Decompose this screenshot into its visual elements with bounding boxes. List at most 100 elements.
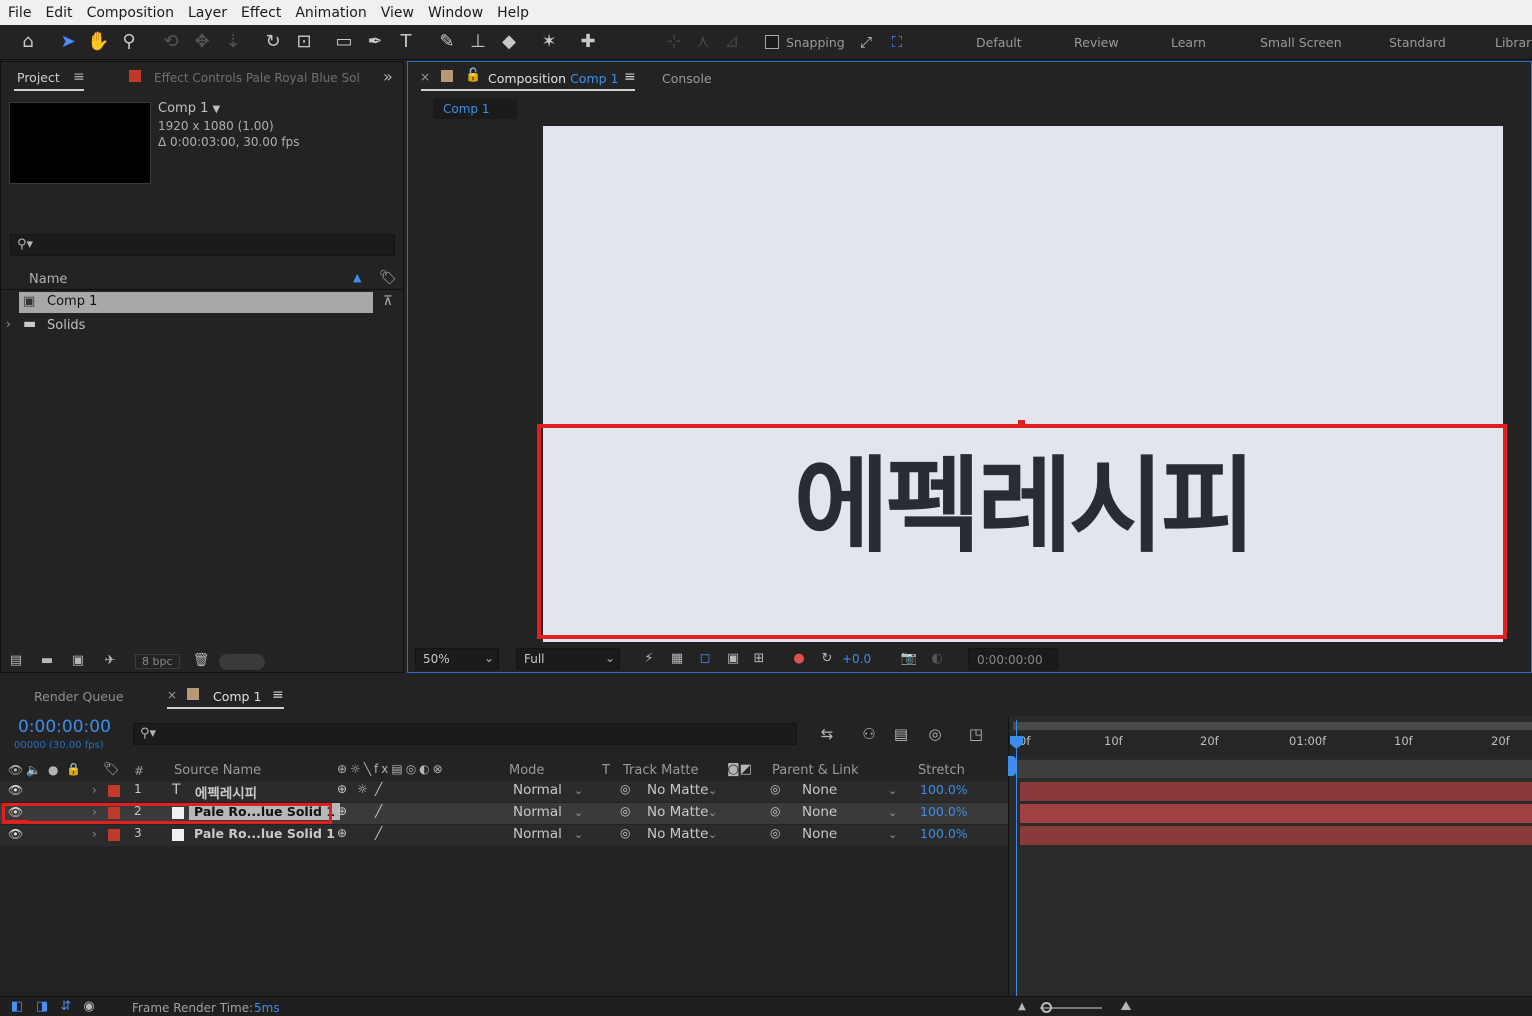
parent-pickwhip-icon[interactable]: ◎: [770, 782, 780, 796]
axis-local-icon[interactable]: ⊹: [663, 31, 685, 53]
type-tool-icon[interactable]: T: [395, 31, 417, 53]
transparency-grid-icon[interactable]: ▦: [668, 651, 686, 667]
chevron-down-icon[interactable]: ▼: [213, 104, 221, 115]
axis-view-icon[interactable]: ⊿: [721, 31, 743, 53]
roto-brush-icon[interactable]: ✶: [538, 31, 560, 53]
parent-value[interactable]: None: [802, 782, 837, 798]
close-icon[interactable]: ×: [420, 70, 430, 84]
shy-switch-icon[interactable]: ⊕: [337, 826, 347, 840]
project-item-comp-1[interactable]: ▣ Comp 1: [19, 292, 373, 313]
parent-value[interactable]: None: [802, 804, 837, 820]
chevron-down-icon[interactable]: ⌄: [708, 784, 717, 797]
pan-camera-icon[interactable]: ✥: [191, 31, 213, 53]
shy-switch-icon[interactable]: ⊕: [337, 804, 347, 818]
layer-label-color[interactable]: [108, 829, 120, 841]
stretch-value[interactable]: 100.0%: [920, 804, 968, 819]
menu-window[interactable]: Window: [428, 5, 483, 21]
workspace-review[interactable]: Review: [1074, 35, 1119, 50]
menu-help[interactable]: Help: [497, 5, 529, 21]
graph-editor-icon[interactable]: ◳: [967, 726, 985, 742]
adobe-dynamic-link-icon[interactable]: ✈: [101, 653, 119, 669]
layer-source-name[interactable]: Pale Ro...lue Solid 1: [194, 826, 335, 841]
current-time-display[interactable]: 0:00:00:00: [18, 717, 111, 737]
timeline-graph-area[interactable]: 0f 10f 20f 01:00f 10f 20f: [1008, 716, 1532, 996]
pan-behind-tool-icon[interactable]: ⊡: [293, 31, 315, 53]
zoom-in-icon[interactable]: ⛰: [1117, 999, 1135, 1015]
menu-view[interactable]: View: [381, 5, 414, 21]
orbit-camera-icon[interactable]: ⟲: [160, 31, 182, 53]
hand-tool-icon[interactable]: ✋: [87, 31, 109, 53]
tab-console[interactable]: Console: [662, 71, 712, 86]
layer-switches-toggle-icon[interactable]: ◧: [8, 999, 26, 1015]
layer-bar-3[interactable]: [1020, 826, 1532, 845]
layer-mode[interactable]: Normal: [513, 804, 562, 820]
workspace-default[interactable]: Default: [976, 35, 1022, 50]
new-folder-icon[interactable]: ▬: [38, 653, 56, 669]
dolly-camera-icon[interactable]: ⇣: [222, 31, 244, 53]
lock-icon[interactable]: 🔓: [465, 68, 481, 83]
resolution-select[interactable]: Full ⌄: [516, 648, 620, 670]
source-name-header[interactable]: Source Name: [174, 763, 261, 778]
frame-blending-icon[interactable]: ▤: [892, 726, 910, 742]
comp-navigator-tab[interactable]: Comp 1: [433, 99, 517, 119]
matte-spiral-icon[interactable]: ◎: [620, 826, 630, 840]
track-matte-value[interactable]: No Matte: [647, 782, 708, 798]
magnification-select[interactable]: 50% ⌄: [415, 648, 499, 670]
puppet-pin-icon[interactable]: ✚: [577, 31, 599, 53]
tab-composition[interactable]: Composition Comp 1: [488, 71, 618, 86]
panel-overflow-icon[interactable]: »: [383, 67, 393, 86]
layer-source-name[interactable]: 에펙레시피: [195, 782, 257, 802]
time-ruler[interactable]: 0f 10f 20f 01:00f 10f 20f: [1009, 732, 1532, 758]
timeline-search-input[interactable]: ⚲▾: [133, 723, 797, 745]
shy-layers-icon[interactable]: ⚇: [860, 726, 878, 742]
project-search-input[interactable]: ⚲▾: [10, 234, 395, 256]
chevron-right-icon[interactable]: ›: [92, 783, 97, 797]
quality-switch-icon[interactable]: ╱: [375, 826, 382, 840]
in-out-toggle-icon[interactable]: ⇵: [57, 999, 75, 1015]
label-tag-icon[interactable]: 🏷: [379, 270, 397, 286]
menu-edit[interactable]: Edit: [45, 5, 72, 21]
project-tab[interactable]: Project: [17, 70, 60, 85]
visibility-eye-icon[interactable]: 👁: [8, 783, 23, 797]
comp-viewer-canvas[interactable]: 에펙레시피: [537, 126, 1507, 642]
track-matte-value[interactable]: No Matte: [647, 804, 708, 820]
quality-switch-icon[interactable]: ╱: [375, 782, 382, 796]
stretch-value[interactable]: 100.0%: [920, 826, 968, 841]
show-snapshot-icon[interactable]: ◐: [928, 651, 946, 667]
channel-icon[interactable]: ●: [790, 651, 808, 667]
chevron-down-icon[interactable]: ⌄: [574, 828, 583, 841]
layer-row-1[interactable]: 👁 › 1 T 에펙레시피 ⊕ ☼ ╱ Normal ⌄ ◎ No Matte …: [0, 781, 1008, 802]
brush-tool-icon[interactable]: ✎: [436, 31, 458, 53]
snap-edges-icon[interactable]: ⤢: [855, 31, 877, 53]
rectangle-tool-icon[interactable]: ▭: [333, 31, 355, 53]
fast-previews-icon[interactable]: ⚡: [640, 651, 658, 667]
tab-timeline-comp[interactable]: Comp 1: [213, 689, 261, 704]
menu-layer[interactable]: Layer: [188, 5, 227, 21]
chevron-right-icon[interactable]: ›: [92, 827, 97, 841]
project-menu-icon[interactable]: ≡: [73, 69, 85, 85]
chevron-down-icon[interactable]: ⌄: [888, 828, 897, 841]
bit-depth-button[interactable]: 8 bpc: [135, 654, 180, 669]
matte-spiral-icon[interactable]: ◎: [620, 782, 630, 796]
workspace-libraries[interactable]: Librar: [1495, 35, 1531, 50]
visibility-eye-icon[interactable]: 👁: [8, 827, 23, 841]
layer-mode[interactable]: Normal: [513, 826, 562, 842]
shy-switch-icon[interactable]: ⊕: [337, 782, 347, 796]
home-icon[interactable]: ⌂: [17, 31, 39, 53]
new-composition-icon[interactable]: ▣: [69, 653, 87, 669]
chevron-down-icon[interactable]: ⌄: [574, 784, 583, 797]
layer-bar-2[interactable]: [1020, 804, 1532, 823]
reset-exposure-icon[interactable]: ↻: [818, 651, 836, 667]
comp-timecode-field[interactable]: 0:00:00:00: [968, 648, 1058, 670]
chevron-down-icon[interactable]: ⌄: [708, 828, 717, 841]
trash-icon[interactable]: 🗑: [192, 653, 210, 669]
pen-tool-icon[interactable]: ✒: [364, 31, 386, 53]
snap-features-icon[interactable]: ⛶: [886, 31, 908, 53]
menu-effect[interactable]: Effect: [241, 5, 281, 21]
chevron-down-icon[interactable]: ⌄: [888, 806, 897, 819]
transfer-controls-toggle-icon[interactable]: ◨: [33, 999, 51, 1015]
continuous-rasterize-icon[interactable]: ☼: [357, 782, 368, 796]
effect-controls-tab[interactable]: Effect Controls Pale Royal Blue Sol: [154, 71, 360, 85]
quality-switch-icon[interactable]: ╱: [375, 804, 382, 818]
layer-mode[interactable]: Normal: [513, 782, 562, 798]
